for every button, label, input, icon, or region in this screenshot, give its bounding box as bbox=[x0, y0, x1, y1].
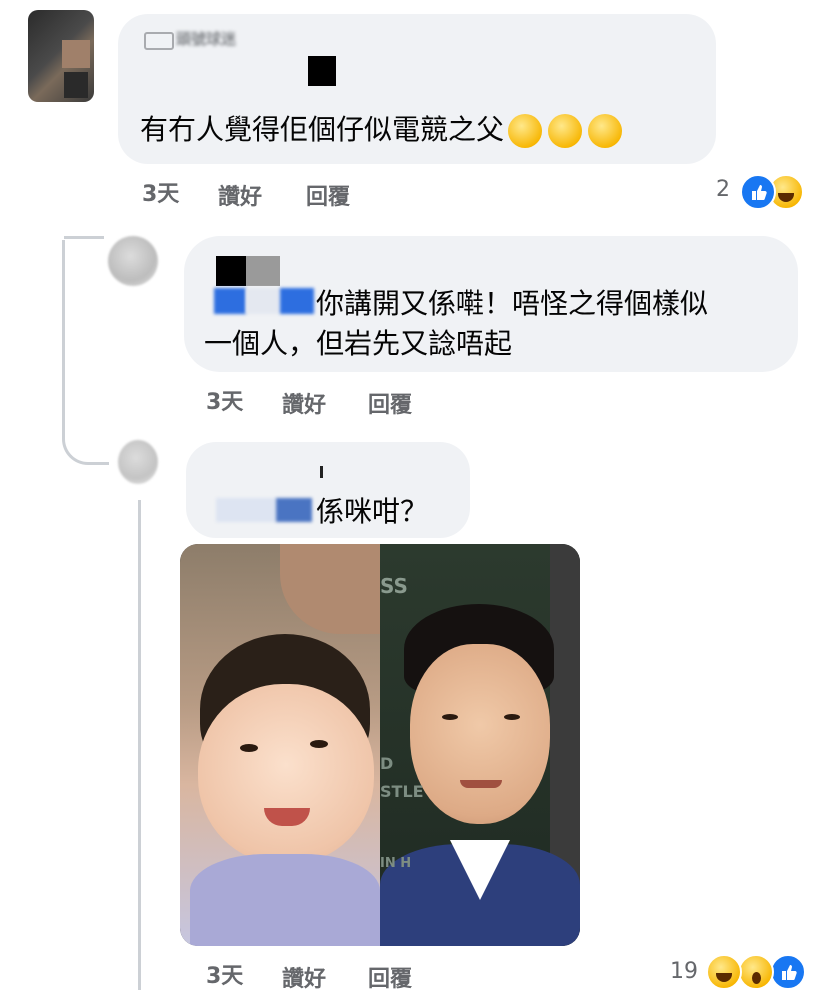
reply-button[interactable]: 回覆 bbox=[368, 387, 412, 419]
reaction-count[interactable]: 2 bbox=[716, 177, 730, 202]
reply-button[interactable]: 回覆 bbox=[306, 179, 350, 211]
commenter-avatar[interactable] bbox=[28, 10, 94, 102]
photo-overlay-text: IN H bbox=[380, 856, 412, 871]
reply-text-line-1: 你講開又係嚡！唔怪之得個樣似 bbox=[316, 287, 709, 320]
reaction-count[interactable]: 19 bbox=[670, 959, 698, 984]
redaction-block bbox=[308, 56, 336, 86]
like-reaction-icon bbox=[740, 174, 776, 210]
reply-timestamp: 3天 bbox=[206, 390, 244, 415]
redaction-block bbox=[214, 288, 246, 314]
reply-timestamp: 3天 bbox=[206, 964, 244, 989]
like-reaction-icon bbox=[770, 954, 806, 990]
reply-actions: 3天 讚好 回覆 bbox=[0, 384, 828, 419]
fan-badge-icon bbox=[144, 32, 174, 50]
reply-bubble: 係咪咁？ bbox=[186, 442, 470, 538]
photo-overlay-text: SS bbox=[380, 574, 408, 598]
redaction-block bbox=[320, 466, 323, 478]
comment-actions: 3天 讚好 回覆 bbox=[0, 176, 828, 211]
comment-bubble: 頭號球迷 有冇人覺得佢個仔似電競之父 bbox=[118, 14, 716, 164]
like-button[interactable]: 讚好 bbox=[218, 179, 262, 211]
reply-avatar[interactable] bbox=[108, 236, 158, 286]
photo-left-panel bbox=[180, 544, 380, 946]
sweat-smile-emoji-icon bbox=[508, 114, 543, 148]
thread-line bbox=[62, 240, 109, 465]
redaction-block bbox=[276, 498, 312, 522]
commenter-name[interactable]: 頭號球迷 bbox=[176, 28, 236, 49]
reply-avatar[interactable] bbox=[118, 440, 158, 484]
photo-overlay-text: D bbox=[380, 754, 394, 773]
reply-text-line-2: 一個人，但岩先又諗唔起 bbox=[204, 327, 513, 360]
photo-right-panel: SS D STLE IN H bbox=[380, 544, 580, 946]
comment-text: 有冇人覺得佢個仔似電競之父 bbox=[140, 108, 623, 152]
thread-line bbox=[64, 236, 104, 239]
haha-reaction-icon bbox=[706, 954, 742, 990]
thread-line bbox=[138, 500, 141, 990]
redaction-block bbox=[216, 256, 246, 286]
reply-photo[interactable]: SS D STLE IN H bbox=[180, 544, 580, 946]
reply-bubble: 你講開又係嚡！唔怪之得個樣似 一個人，但岩先又諗唔起 bbox=[184, 236, 798, 372]
comment-timestamp: 3天 bbox=[142, 182, 180, 207]
reply-button[interactable]: 回覆 bbox=[368, 961, 412, 993]
reply-actions: 3天 讚好 回覆 bbox=[0, 958, 828, 993]
like-button[interactable]: 讚好 bbox=[282, 961, 326, 993]
photo-overlay-text: STLE bbox=[380, 782, 424, 801]
redaction-block bbox=[216, 498, 276, 522]
redaction-block bbox=[246, 256, 280, 286]
wow-reaction-icon bbox=[738, 954, 774, 990]
sweat-smile-emoji-icon bbox=[548, 114, 583, 148]
reply-text: 係咪咁？ bbox=[316, 495, 429, 528]
redaction-block bbox=[280, 288, 314, 314]
redaction-block bbox=[246, 288, 280, 314]
like-button[interactable]: 讚好 bbox=[282, 387, 326, 419]
sweat-smile-emoji-icon bbox=[588, 114, 623, 148]
